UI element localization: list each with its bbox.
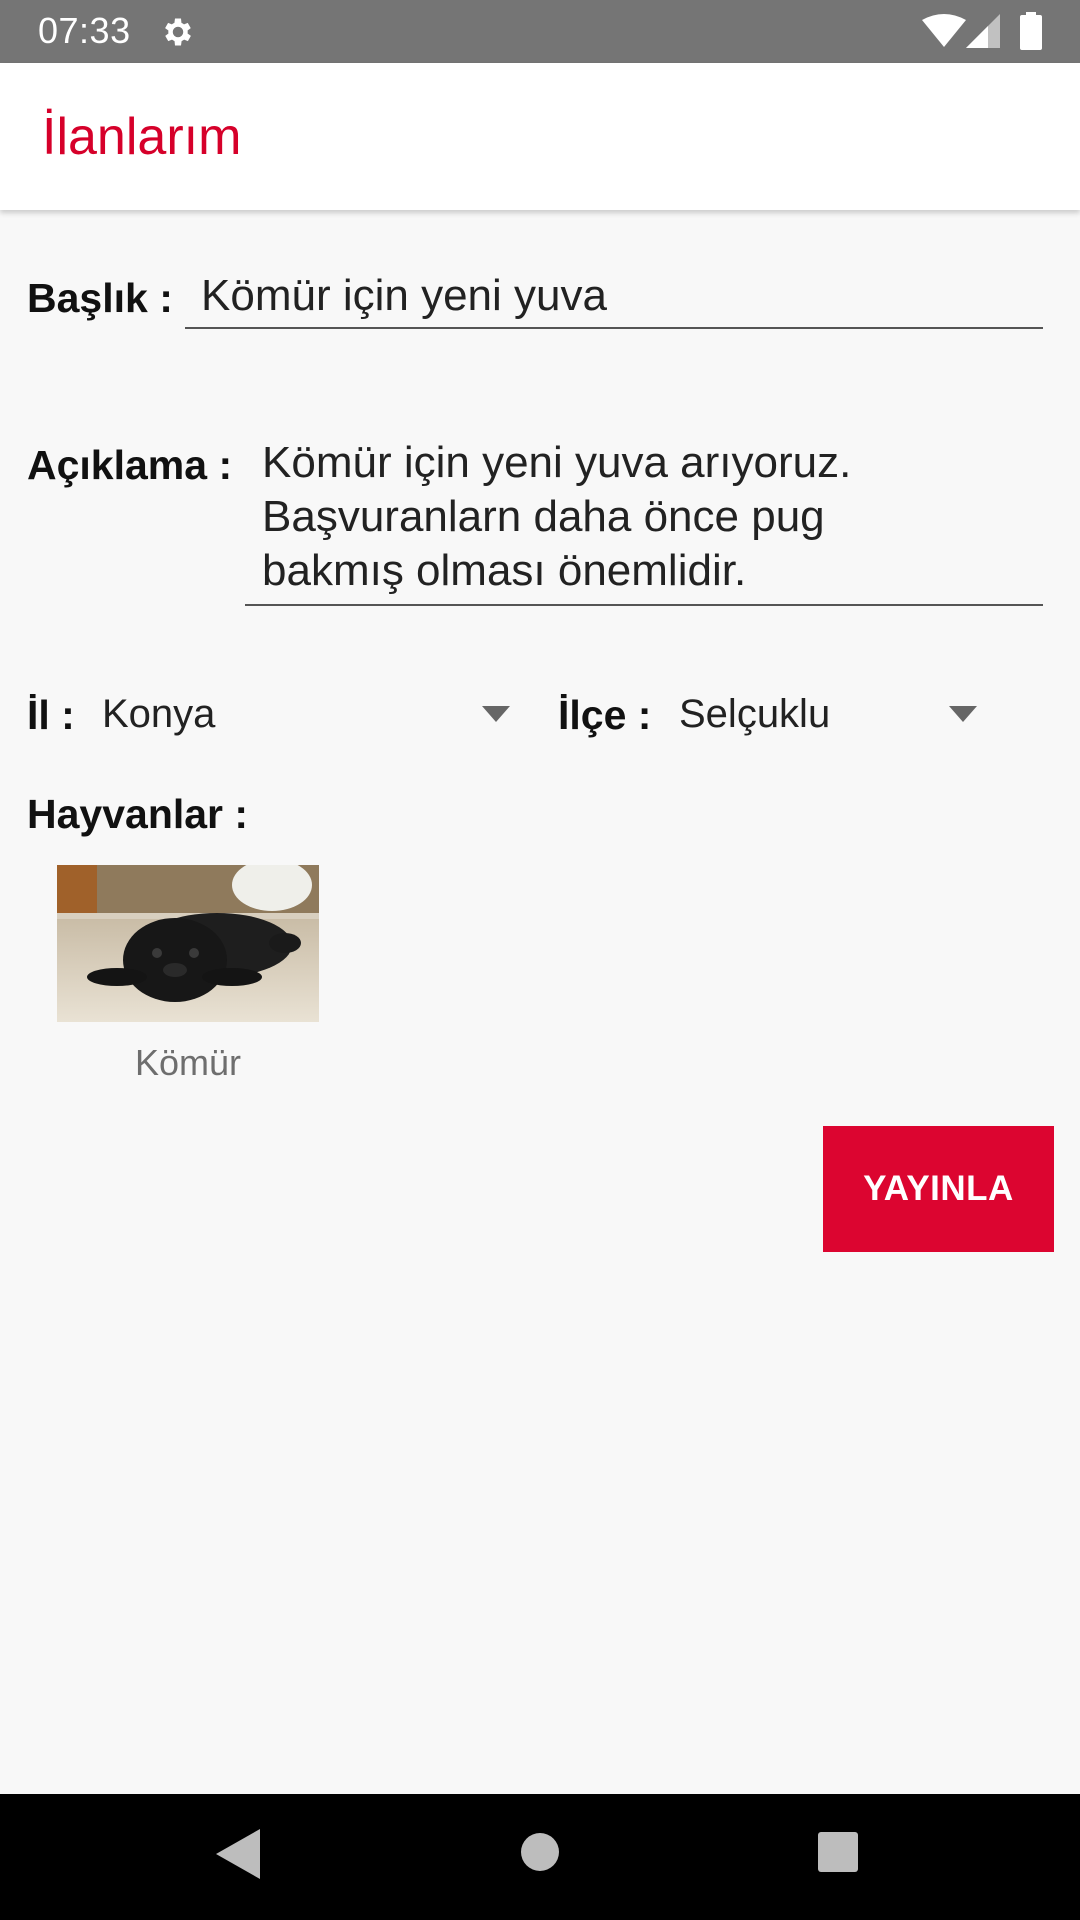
dropdown-arrow-icon [482,706,510,722]
province-label: İl : [27,692,75,738]
dropdown-arrow-icon [949,706,977,722]
pug-image [57,865,319,1022]
district-value: Selçuklu [679,692,831,736]
district-spinner[interactable]: Selçuklu [665,680,995,750]
publish-button[interactable]: YAYINLA [823,1126,1054,1252]
status-bar: 07:33 [0,0,1080,63]
animals-label: Hayvanlar : [27,791,249,837]
pet-photo[interactable] [57,865,319,1022]
title-label: Başlık : [27,275,173,321]
province-spinner[interactable]: Konya [90,680,520,750]
home-icon[interactable] [520,1832,560,1872]
description-input[interactable]: Kömür için yeni yuva arıyoruz. Başvuranl… [262,436,1042,598]
province-value: Konya [102,692,216,736]
pet-name: Kömür [134,1042,242,1083]
page-title: İlanlarım [42,108,242,166]
title-input-underline [185,327,1043,329]
status-time: 07:33 [38,10,131,51]
signal-icon [966,14,1000,48]
wifi-icon [922,14,966,47]
gear-icon [165,18,191,46]
battery-icon [1020,12,1042,50]
recents-icon[interactable] [818,1832,858,1872]
title-input[interactable]: Kömür için yeni yuva [201,268,1041,324]
navigation-bar [0,1794,1080,1920]
back-icon[interactable] [216,1829,260,1879]
description-label: Açıklama : [27,442,233,488]
app-bar: İlanlarım [0,63,1080,210]
district-label: İlçe : [558,692,652,738]
description-input-underline [245,604,1043,606]
